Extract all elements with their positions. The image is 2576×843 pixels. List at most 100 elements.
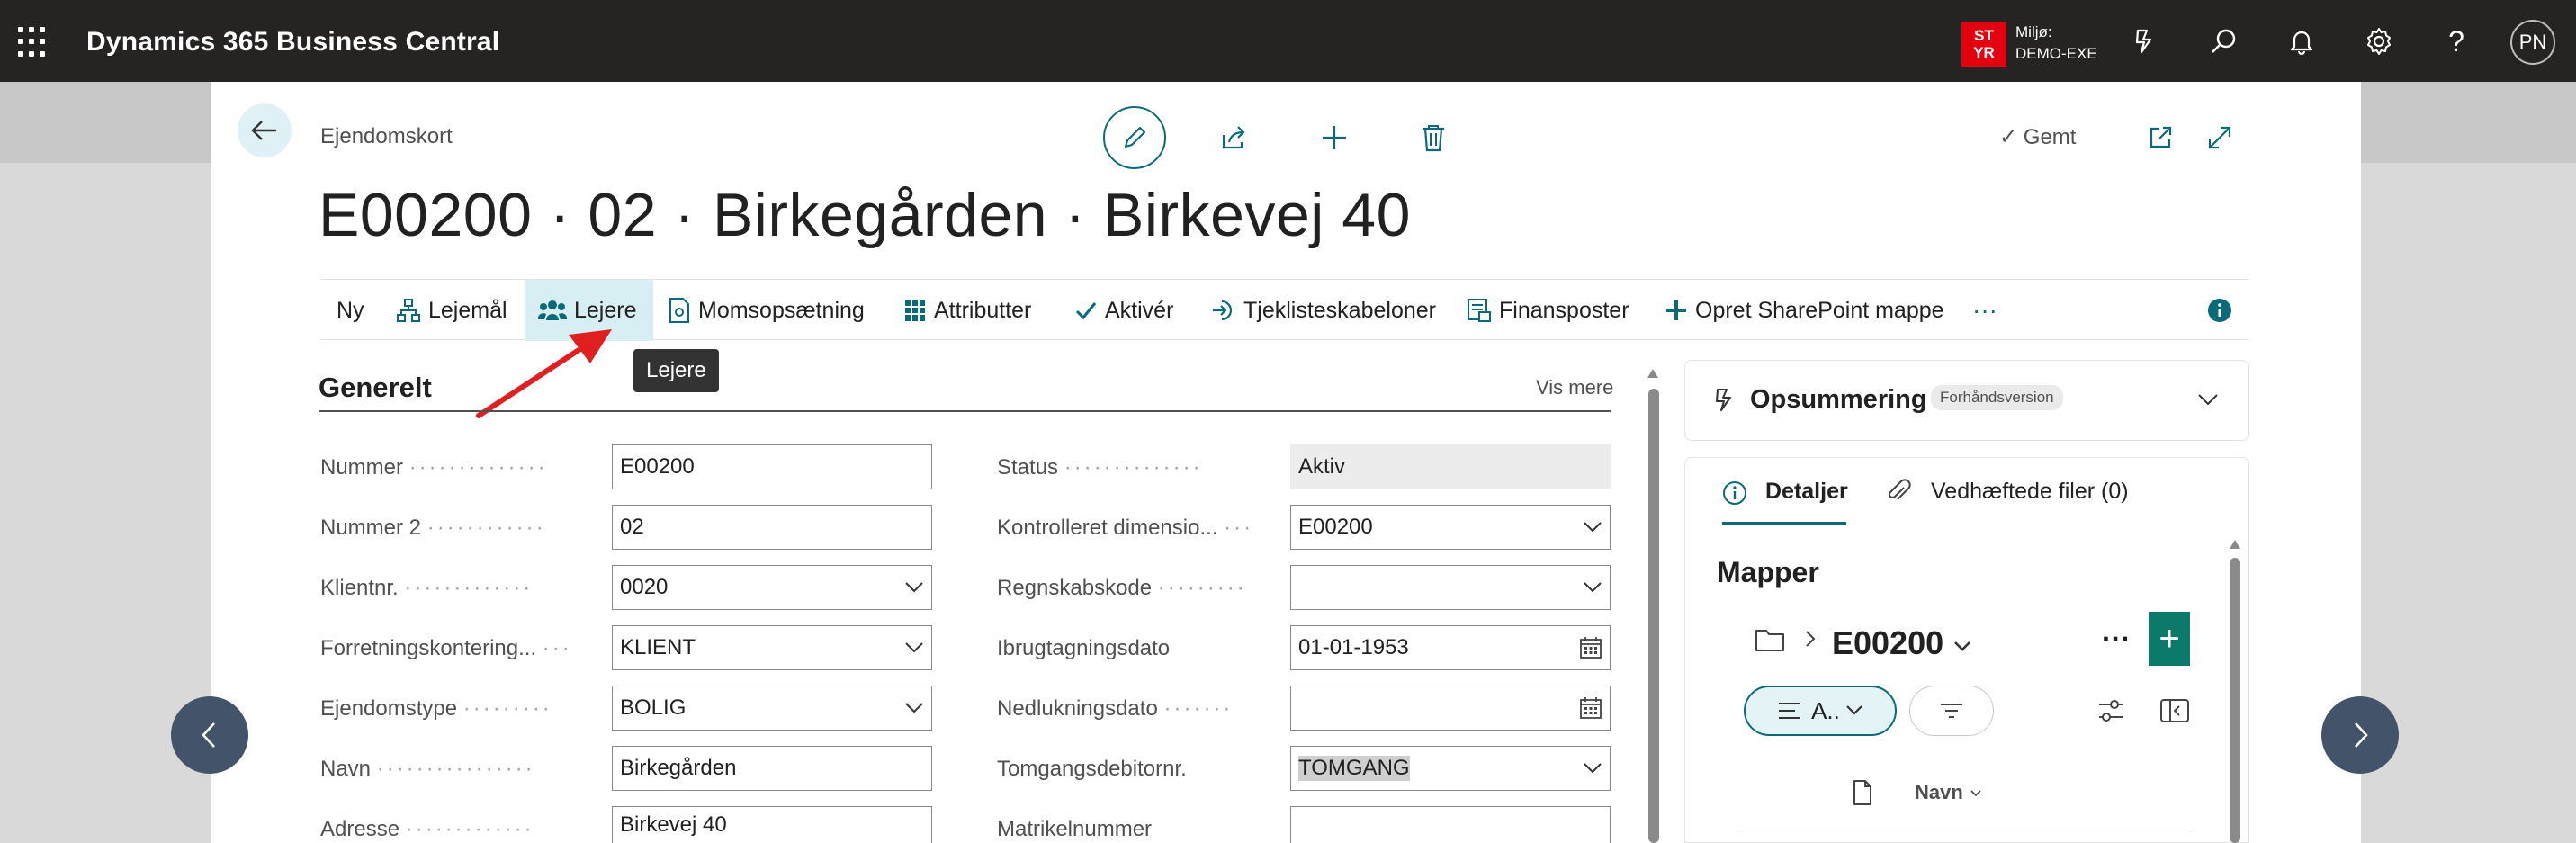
field-label-status: Status ··············	[997, 455, 1285, 480]
scroll-up-arrow-icon[interactable]	[1647, 367, 1659, 380]
grid-icon	[905, 300, 925, 321]
nedlukningsdato-date-input[interactable]	[1290, 686, 1611, 731]
settings-gear-icon[interactable]	[2363, 25, 2395, 58]
leader-dots: ·······	[1163, 696, 1234, 721]
sign-in-icon	[1213, 300, 1233, 321]
action-aktiver[interactable]: Aktivér	[1074, 280, 1173, 341]
kontrolleret-dimension-dropdown[interactable]: E00200	[1290, 505, 1611, 550]
main-scrollbar-thumb[interactable]	[1648, 389, 1659, 843]
adresse-input[interactable]: Birkevej 40	[612, 806, 932, 843]
chevron-down-icon[interactable]	[2197, 392, 2219, 407]
environment-label[interactable]: Miljø: DEMO-EXE	[2015, 22, 2097, 65]
action-label: Lejemål	[428, 297, 507, 323]
action-ny[interactable]: Ny	[337, 280, 364, 341]
chevron-down-icon	[1846, 705, 1862, 715]
field-label-navn: Navn ················	[320, 757, 599, 782]
field-label-regnskabskode: Regnskabskode ·········	[997, 576, 1285, 601]
leader-dots: ················	[376, 757, 535, 781]
info-outline-icon	[1723, 481, 1746, 505]
preview-badge: Forhåndsversion	[1931, 385, 2063, 410]
sliders-icon[interactable]	[2096, 696, 2125, 725]
label-text: Regnskabskode	[997, 576, 1153, 600]
folder-icon[interactable]	[1755, 626, 1785, 653]
saved-status: ✓ Gemt	[1999, 124, 2076, 150]
view-mode-label: A..	[1811, 696, 1840, 724]
leader-dots: ·········	[1157, 576, 1247, 600]
share-button[interactable]	[1202, 106, 1265, 169]
folders-title: Mapper	[1717, 556, 1819, 588]
section-title-generelt[interactable]: Generelt	[319, 372, 432, 404]
delete-button[interactable]	[1402, 106, 1465, 169]
ejendomstype-dropdown[interactable]: BOLIG	[612, 686, 932, 731]
back-button[interactable]	[238, 103, 292, 157]
scroll-up-arrow-icon[interactable]	[2228, 538, 2242, 551]
hierarchy-icon	[397, 299, 420, 322]
annotation-arrow-icon	[476, 329, 612, 418]
input-value: Aktiv	[1298, 454, 1346, 479]
expand-button[interactable]	[2188, 106, 2251, 169]
calendar-icon[interactable]	[1579, 636, 1602, 659]
user-avatar[interactable]: PN	[2510, 20, 2555, 65]
column-header-navn[interactable]: Navn	[1915, 781, 1983, 804]
copilot-icon[interactable]	[2127, 25, 2159, 58]
app-title[interactable]: Dynamics 365 Business Central	[86, 27, 499, 58]
action-tjeklisteskabeloner[interactable]: Tjeklisteskabeloner	[1211, 280, 1436, 341]
label-text: Ejendomstype	[320, 696, 458, 721]
notifications-bell-icon[interactable]	[2285, 25, 2318, 58]
chevron-down-icon	[905, 582, 923, 593]
action-opret-sharepoint-mappe[interactable]: Opret SharePoint mappe	[1665, 280, 1944, 341]
forretningskontering-dropdown[interactable]: KLIENT	[612, 625, 932, 670]
action-label: Momsopsætning	[698, 297, 865, 323]
chevron-right-icon	[1806, 631, 1816, 647]
tomgangsdebitornr-dropdown[interactable]: TOMGANG	[1290, 746, 1611, 791]
folder-path-dropdown[interactable]: E00200	[1832, 624, 1972, 662]
show-more-link[interactable]: Vis mere	[1536, 376, 1613, 399]
list-icon	[1779, 703, 1801, 719]
regnskabskode-dropdown[interactable]	[1290, 565, 1611, 610]
tab-detaljer[interactable]: Detaljer	[1765, 479, 1848, 505]
action-more-button[interactable]: ···	[1972, 280, 1997, 341]
panel-toggle-icon[interactable]	[2159, 696, 2190, 725]
matrikelnummer-input[interactable]	[1290, 806, 1611, 843]
input-value: E00200	[620, 454, 695, 479]
calendar-icon[interactable]	[1579, 696, 1602, 720]
open-new-window-button[interactable]	[2129, 106, 2192, 169]
label-text: Klientnr.	[320, 576, 399, 600]
app-launcher-icon[interactable]	[18, 27, 49, 58]
search-icon[interactable]	[2208, 25, 2240, 58]
view-mode-button[interactable]: A..	[1744, 686, 1897, 736]
previous-record-button[interactable]	[171, 696, 248, 774]
edit-button[interactable]	[1103, 106, 1166, 169]
new-record-button[interactable]	[1303, 106, 1366, 169]
leader-dots: ···	[1224, 516, 1254, 540]
summary-title[interactable]: Opsummering	[1750, 385, 1927, 415]
panel-scrollbar-thumb[interactable]	[2230, 558, 2240, 843]
action-attributter[interactable]: Attributter	[903, 280, 1031, 341]
info-button[interactable]	[2206, 280, 2240, 341]
tab-vedhaeftede-filer[interactable]: Vedhæftede filer (0)	[1931, 479, 2129, 505]
section-divider	[319, 410, 1611, 412]
copilot-icon	[1716, 389, 1731, 411]
field-label-adresse: Adresse ·············	[320, 817, 599, 842]
add-folder-button[interactable]: +	[2149, 612, 2190, 666]
navn-input[interactable]: Birkegården	[612, 746, 932, 791]
klientnr-dropdown[interactable]: 0020	[612, 565, 932, 610]
nummer-input[interactable]: E00200	[612, 444, 932, 489]
field-label-nedlukningsdato: Nedlukningsdato ·······	[997, 696, 1285, 722]
next-record-button[interactable]	[2321, 696, 2399, 774]
ibrugtagningsdato-date-input[interactable]: 01-01-1953	[1290, 625, 1611, 670]
chevron-down-icon	[1584, 582, 1602, 593]
leader-dots: ············	[426, 516, 546, 540]
chevron-down-icon	[1970, 790, 1981, 797]
folder-more-button[interactable]: ···	[2102, 623, 2131, 656]
action-finansposter[interactable]: Finansposter	[1467, 280, 1629, 341]
filter-button[interactable]	[1909, 686, 1994, 736]
file-icon	[1853, 780, 1871, 805]
checkmark-icon	[1075, 302, 1097, 320]
environment-badge[interactable]: ST YR	[1961, 22, 2006, 67]
nummer-2-input[interactable]: 02	[612, 505, 932, 550]
action-momsopsaetning[interactable]: Momsopsætning	[668, 280, 865, 341]
help-icon[interactable]: ?	[2440, 25, 2473, 58]
tooltip-lejere: Lejere	[633, 349, 719, 392]
field-label-nummer-2: Nummer 2 ············	[320, 516, 599, 541]
